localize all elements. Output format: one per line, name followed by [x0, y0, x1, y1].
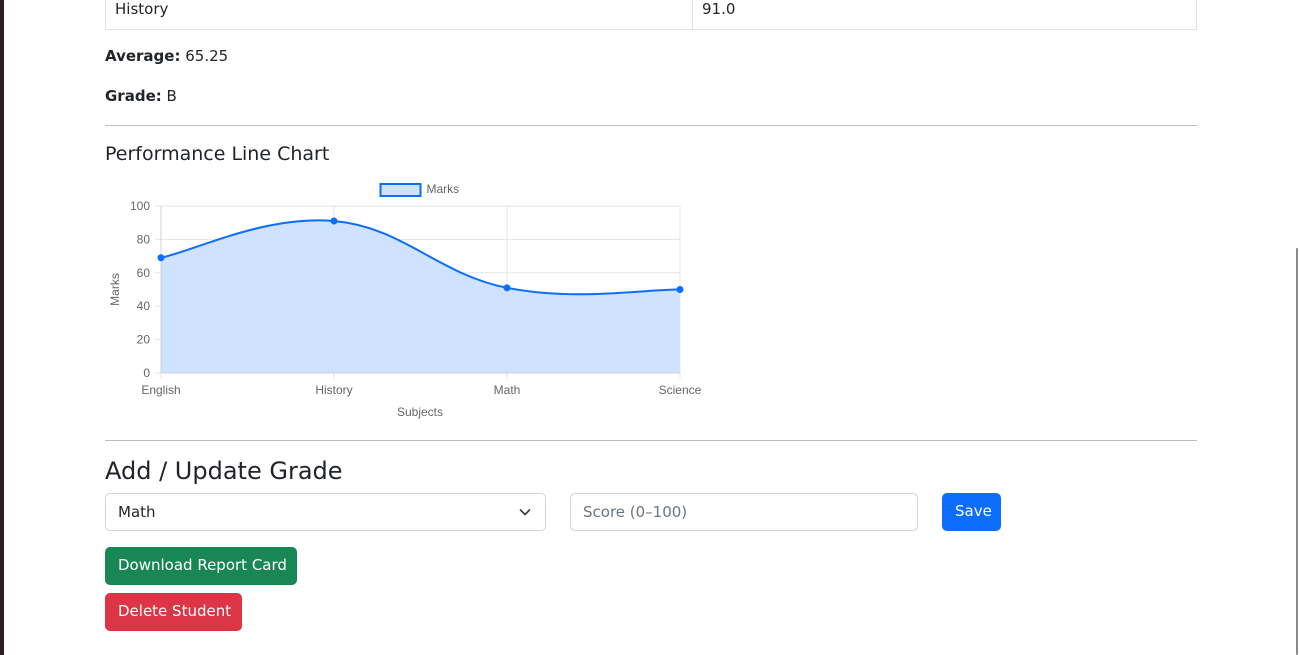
- performance-chart: 0 20 40 60 80 100 English History Math Science Mar…: [105, 177, 715, 427]
- average-label: Average:: [105, 47, 181, 65]
- y-axis-title: Marks: [108, 273, 122, 306]
- chart-svg: 0 20 40 60 80 100 English History Math Science Mar…: [108, 182, 702, 419]
- subject-select-value: Math: [118, 503, 156, 521]
- divider: [105, 440, 1197, 441]
- x-tick-label: Science: [659, 383, 702, 397]
- x-tick-label: English: [141, 383, 180, 397]
- x-tick-label: Math: [494, 383, 521, 397]
- data-point: [676, 286, 684, 293]
- average-value: 65.25: [185, 47, 229, 65]
- average-stat: Average: 65.25: [105, 47, 228, 65]
- legend-label: Marks: [427, 182, 460, 196]
- form-title: Add / Update Grade: [105, 457, 343, 485]
- chart-title: Performance Line Chart: [105, 143, 330, 165]
- y-tick-label: 20: [137, 333, 151, 347]
- score-placeholder: Score (0–100): [583, 503, 688, 521]
- y-tick-label: 100: [130, 199, 150, 213]
- scrollbar[interactable]: [1295, 0, 1299, 655]
- y-tick-label: 40: [137, 299, 151, 313]
- download-report-card-button[interactable]: Download Report Card: [105, 547, 297, 585]
- table-row: History 91.0: [105, 0, 1197, 30]
- grade-stat: Grade: B: [105, 87, 177, 105]
- scrollbar-thumb[interactable]: [1296, 248, 1298, 655]
- chevron-down-icon: [519, 509, 531, 516]
- series-area-fill: [161, 220, 680, 373]
- data-point: [157, 254, 165, 262]
- grades-table: History 91.0: [105, 0, 1197, 30]
- data-point: [503, 284, 511, 292]
- score-input[interactable]: Score (0–100): [570, 493, 918, 531]
- x-axis-title: Subjects: [397, 405, 443, 419]
- x-tick-label: History: [315, 383, 352, 397]
- subject-select[interactable]: Math: [105, 493, 546, 531]
- table-cell-subject: History: [105, 0, 693, 30]
- table-cell-score: 91.0: [692, 0, 1197, 30]
- y-tick-label: 60: [137, 266, 151, 280]
- save-button[interactable]: Save: [942, 493, 1001, 531]
- grade-value: B: [166, 87, 177, 105]
- divider: [105, 125, 1197, 126]
- legend-swatch: [379, 183, 422, 197]
- y-tick-label: 80: [137, 232, 151, 246]
- window-left-edge: [0, 0, 4, 655]
- data-point: [330, 217, 338, 225]
- grade-label: Grade:: [105, 87, 162, 105]
- delete-student-button[interactable]: Delete Student: [105, 593, 242, 631]
- y-tick-label: 0: [143, 366, 150, 380]
